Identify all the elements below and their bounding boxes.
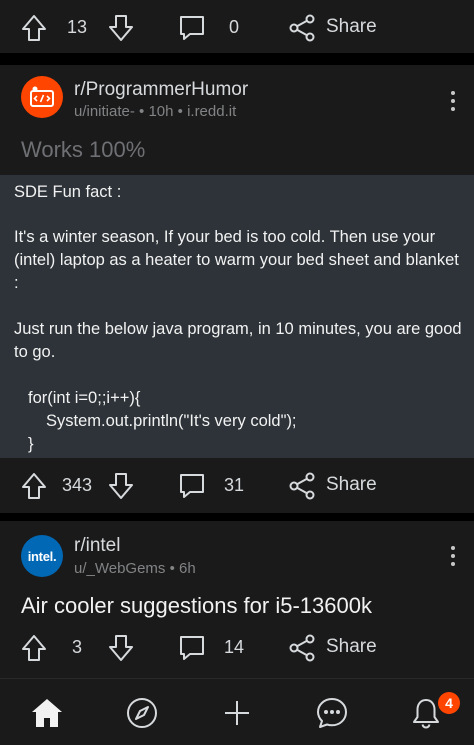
comments-button[interactable] xyxy=(178,458,206,514)
upvote-button[interactable] xyxy=(21,620,47,676)
upvote-count: 3 xyxy=(72,637,83,657)
image-text-line: Just run the below java program, in 10 m… xyxy=(14,320,462,361)
share-label: Share xyxy=(326,636,377,657)
upvote-icon xyxy=(22,473,46,499)
comment-count: 14 xyxy=(224,637,245,657)
share-button[interactable]: Share xyxy=(288,620,388,676)
image-code-line: for(int i=0;;i++){ xyxy=(28,389,141,407)
image-text-line: SDE Fun fact : xyxy=(14,183,122,201)
nav-chat[interactable] xyxy=(312,693,352,733)
home-icon xyxy=(32,699,62,727)
inbox-badge: 4 xyxy=(438,692,460,714)
subreddit-avatar[interactable]: intel. xyxy=(21,535,63,577)
more-options-button[interactable] xyxy=(446,91,460,113)
share-icon xyxy=(289,472,315,500)
comment-icon xyxy=(180,636,204,660)
image-code-line: System.out.println("It's very cold"); xyxy=(46,412,297,430)
comment-count: 31 xyxy=(224,475,245,495)
post-actions: 3 14 Share xyxy=(0,620,474,676)
comment-icon xyxy=(180,474,204,498)
downvote-button[interactable] xyxy=(108,0,134,56)
chat-icon xyxy=(317,698,347,728)
downvote-icon xyxy=(109,473,133,499)
comment-icon xyxy=(180,16,204,40)
downvote-button[interactable] xyxy=(108,620,134,676)
bottom-nav xyxy=(0,678,474,745)
upvote-icon xyxy=(22,635,46,661)
image-text-line: It's a winter season, If your bed is too… xyxy=(14,228,459,292)
explore-icon xyxy=(127,698,157,728)
nav-create[interactable] xyxy=(217,693,257,733)
post-actions: 343 31 Share xyxy=(0,458,474,514)
upvote-count: 13 xyxy=(67,17,88,37)
post-title[interactable]: Air cooler suggestions for i5-13600k xyxy=(21,593,372,619)
share-icon xyxy=(289,634,315,662)
share-button[interactable]: Share xyxy=(288,0,388,56)
nav-home[interactable] xyxy=(27,693,67,733)
upvote-button[interactable] xyxy=(21,458,47,514)
programmerhumor-logo-icon xyxy=(30,86,54,107)
comments-button[interactable] xyxy=(178,620,206,676)
share-icon xyxy=(289,14,315,42)
image-code-line: } xyxy=(28,435,34,453)
share-label: Share xyxy=(326,16,377,37)
subreddit-avatar[interactable] xyxy=(21,76,63,118)
upvote-count: 343 xyxy=(62,475,93,495)
upvote-icon xyxy=(22,15,46,41)
downvote-icon xyxy=(109,635,133,661)
nav-explore[interactable] xyxy=(122,693,162,733)
comment-count: 0 xyxy=(229,17,240,37)
more-options-button[interactable] xyxy=(446,546,460,568)
post-meta: u/_WebGems • 6h xyxy=(74,560,196,577)
subreddit-name[interactable]: r/intel xyxy=(74,535,120,557)
intel-logo: intel. xyxy=(27,548,57,564)
downvote-icon xyxy=(109,15,133,41)
bell-icon xyxy=(413,699,439,729)
comments-button[interactable] xyxy=(178,0,206,56)
post-meta: u/initiate- • 10h • i.redd.it xyxy=(74,103,237,120)
post-image[interactable]: SDE Fun fact : It's a winter season, If … xyxy=(0,175,474,458)
downvote-button[interactable] xyxy=(108,458,134,514)
subreddit-name[interactable]: r/ProgrammerHumor xyxy=(74,79,248,101)
previous-post-actions: 13 0 Share xyxy=(0,0,474,56)
share-button[interactable]: Share xyxy=(288,458,388,514)
create-icon xyxy=(225,701,249,725)
share-label: Share xyxy=(326,474,377,495)
upvote-button[interactable] xyxy=(21,0,47,56)
post-title[interactable]: Works 100% xyxy=(21,137,145,163)
